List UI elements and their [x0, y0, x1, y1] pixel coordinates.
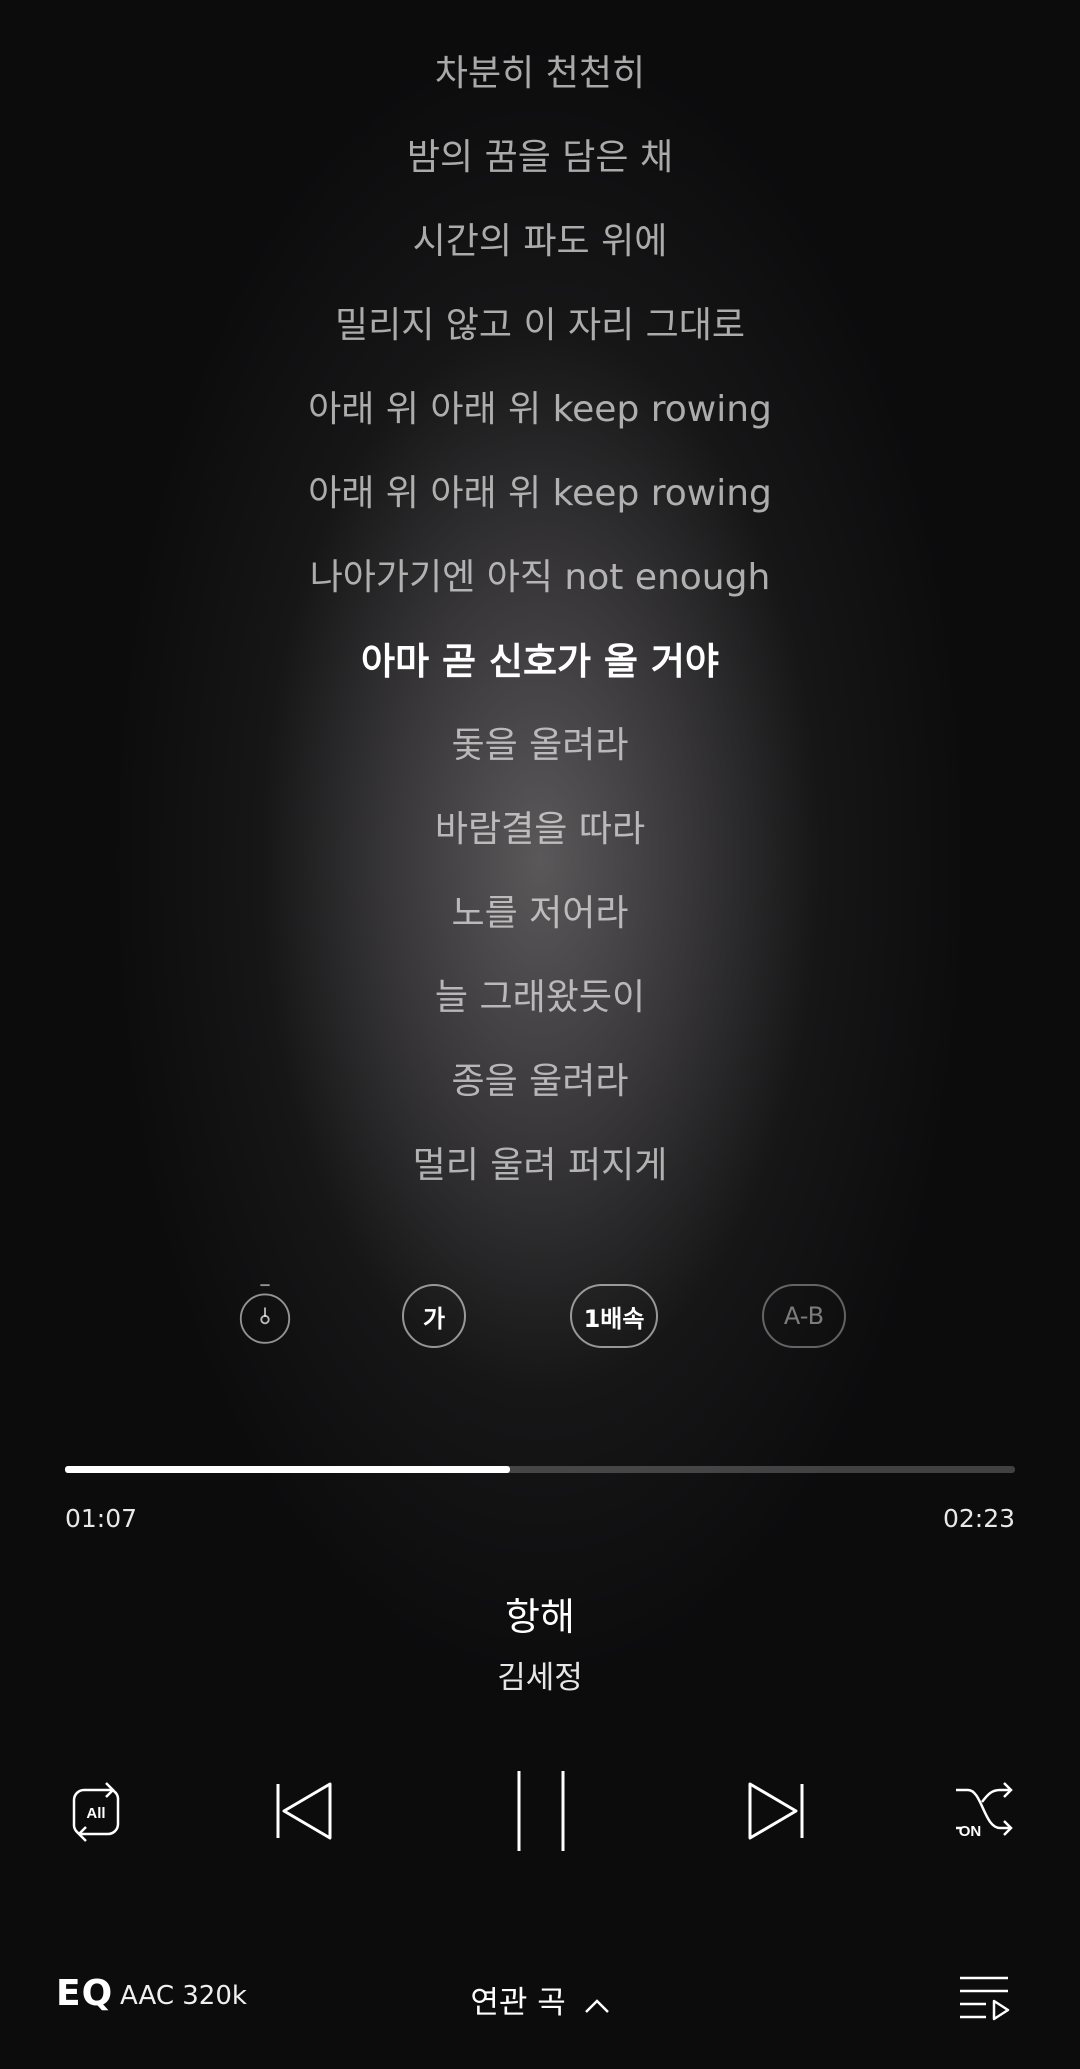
- lyric-line-current[interactable]: 아마 곧 신호가 올 거야: [0, 640, 1080, 684]
- lyric-line[interactable]: 바람결을 따라: [0, 808, 1080, 852]
- sleep-timer-button[interactable]: [238, 1284, 292, 1344]
- repeat-button[interactable]: All: [62, 1778, 130, 1846]
- skip-previous-icon: [276, 1782, 332, 1840]
- shuffle-icon: ON: [956, 1782, 1013, 1840]
- ab-repeat-button[interactable]: A-B: [762, 1284, 846, 1348]
- speed-label: 1배속: [583, 1304, 645, 1333]
- bottom-bar: EQ AAC 320k 연관 곡: [0, 1965, 1080, 2025]
- previous-button[interactable]: [272, 1780, 336, 1842]
- elapsed-time: 01:07: [65, 1504, 138, 1533]
- lyric-line[interactable]: 차분히 천천히: [0, 52, 1080, 96]
- lyric-line[interactable]: 밤의 꿈을 담은 채: [0, 136, 1080, 180]
- playlist-button[interactable]: [956, 1973, 1012, 2023]
- lyric-line[interactable]: 종을 울려라: [0, 1060, 1080, 1104]
- playlist-icon: [960, 1976, 1010, 2021]
- next-button[interactable]: [744, 1780, 808, 1842]
- progress-bar[interactable]: [65, 1466, 1015, 1473]
- lyric-line[interactable]: 밀리지 않고 이 자리 그대로: [0, 304, 1080, 348]
- song-artist[interactable]: 김세정: [0, 1652, 1080, 1697]
- lyric-line[interactable]: 늘 그래왔듯이: [0, 976, 1080, 1020]
- lyric-line[interactable]: 시간의 파도 위에: [0, 220, 1080, 264]
- lyric-line[interactable]: 돛을 올려라: [0, 724, 1080, 768]
- font-size-label: 가: [422, 1304, 446, 1333]
- playback-speed-button[interactable]: 1배속: [570, 1284, 658, 1348]
- related-songs-label: 연관 곡: [470, 1985, 566, 2021]
- song-title[interactable]: 항해: [0, 1586, 1080, 1641]
- related-songs-button[interactable]: 연관 곡: [0, 1977, 1080, 2023]
- lyric-line[interactable]: 나아가기엔 아직 not enough: [0, 556, 1080, 600]
- chevron-up-icon: [584, 1987, 610, 2023]
- ab-repeat-label: A-B: [783, 1302, 825, 1330]
- total-time: 02:23: [942, 1504, 1015, 1533]
- shuffle-button[interactable]: ON: [952, 1780, 1016, 1840]
- repeat-icon: All: [72, 1782, 120, 1842]
- progress-fill: [65, 1466, 510, 1473]
- lyric-line[interactable]: 멀리 울려 퍼지게: [0, 1144, 1080, 1188]
- repeat-mode-label: All: [86, 1805, 105, 1822]
- pause-button[interactable]: [510, 1768, 570, 1854]
- font-size-button[interactable]: 가: [402, 1284, 466, 1348]
- lyric-line[interactable]: 노를 저어라: [0, 892, 1080, 936]
- timer-icon: [239, 1284, 291, 1344]
- lyric-line[interactable]: 아래 위 아래 위 keep rowing: [0, 472, 1080, 516]
- pause-icon: [517, 1771, 565, 1851]
- shuffle-state-label: ON: [959, 1823, 982, 1840]
- lyric-line[interactable]: 아래 위 아래 위 keep rowing: [0, 388, 1080, 432]
- skip-next-icon: [748, 1782, 804, 1840]
